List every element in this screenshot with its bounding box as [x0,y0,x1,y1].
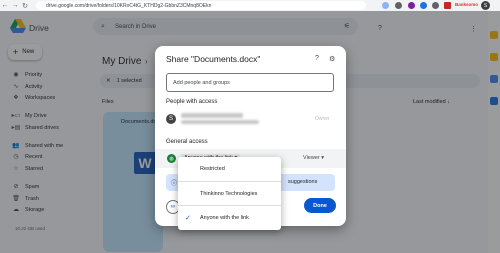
gear-icon[interactable]: ⚙ [329,55,335,63]
globe-icon: ◍ [167,154,176,163]
menu-item-restricted[interactable]: Restricted [178,157,281,180]
extension-icon[interactable] [444,2,451,9]
back-icon[interactable]: ← [0,1,10,11]
menu-item-anyone-with-link[interactable]: ✓ Anyone with the link [178,206,281,229]
extension-icon[interactable] [420,2,427,9]
info-icon: ⓘ [171,181,178,187]
general-access-label: General access [166,139,208,145]
owner-email-redacted [181,120,259,124]
star-icon[interactable] [395,2,402,9]
info-text[interactable]: suggestions [288,179,317,185]
menu-item-label: Anyone with the link [200,214,249,221]
owner-role: Owner [315,116,330,122]
menu-item-label: Restricted [200,165,225,172]
menu-item-organization[interactable]: Thinkinno Technologies [178,182,281,205]
avatar: S [166,114,176,124]
link-icon: ∞ [170,204,176,210]
dialog-title: Share "Documents.docx" [166,54,261,64]
menu-item-label: Thinkinno Technologies [200,190,258,197]
role-value: Viewer [303,155,320,161]
reload-icon[interactable]: ↻ [20,1,30,11]
help-icon[interactable]: ? [315,55,319,62]
forward-icon[interactable]: → [10,1,20,11]
check-icon: ✓ [185,214,191,222]
done-button[interactable]: Done [304,198,336,213]
owner-name-redacted [181,113,243,118]
extension-icon[interactable] [432,2,439,9]
profile-avatar[interactable]: S [481,1,490,10]
people-with-access-label: People with access [166,99,218,105]
role-dropdown[interactable]: Viewer ▾ [303,155,324,161]
extension-icon[interactable] [408,2,415,9]
add-people-input[interactable]: Add people and groups [166,73,334,92]
share-icon[interactable] [382,2,389,9]
access-menu: Restricted Thinkinno Technologies ✓ Anyo… [178,157,281,230]
extension-label[interactable]: Banksomo [455,2,478,7]
address-bar[interactable]: drive.google.com/drive/folders/10KRoC4tG… [36,1,366,10]
